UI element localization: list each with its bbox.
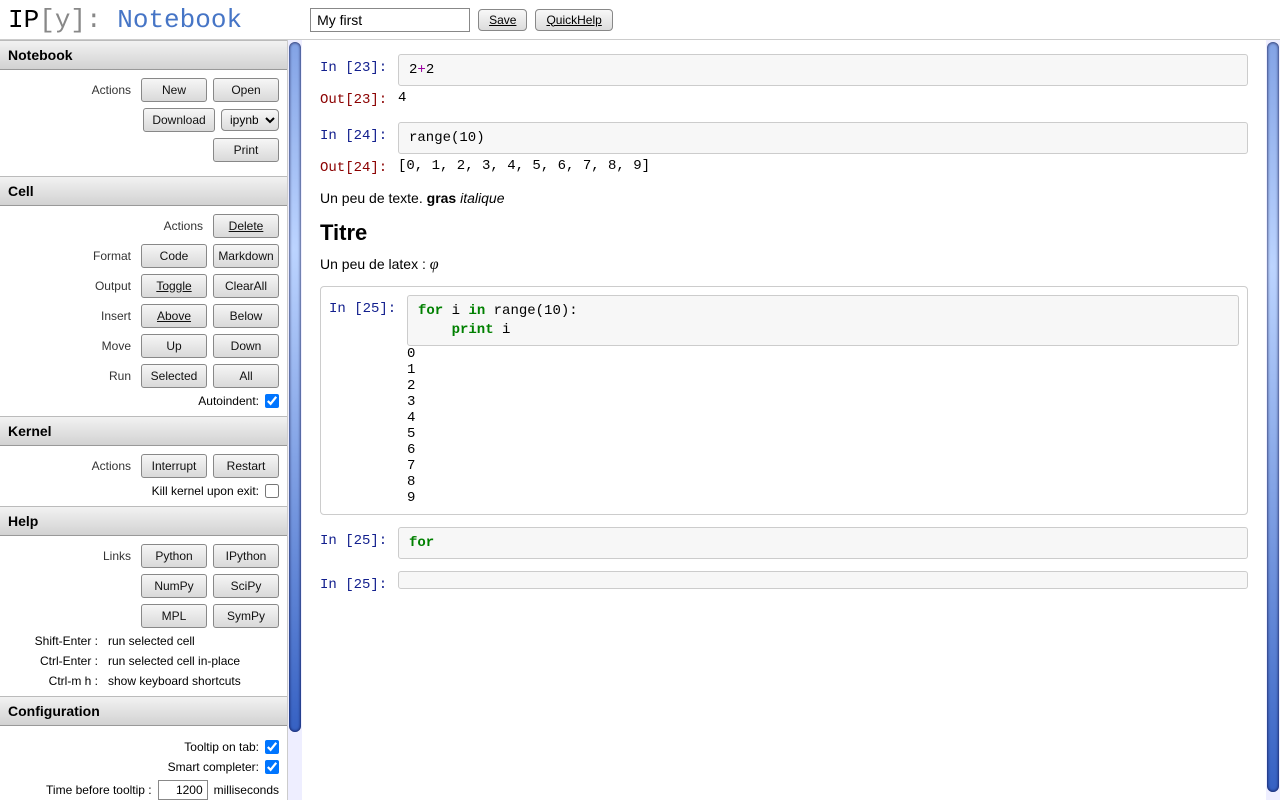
above-button[interactable]: Above [141,304,207,328]
code-cell[interactable]: In [23]: 2+2 Out[23]: 4 [320,54,1248,110]
interrupt-button[interactable]: Interrupt [141,454,207,478]
scipy-link[interactable]: SciPy [213,574,279,598]
in-prompt: In [25]: [320,571,398,593]
sidebar: Notebook Actions New Open Download ipynb… [0,40,288,800]
markdown-heading[interactable]: Titre [320,220,1248,246]
code-input[interactable]: range(10) [398,122,1248,154]
in-prompt: In [23]: [320,54,398,76]
sympy-link[interactable]: SymPy [213,604,279,628]
in-prompt: In [25]: [329,295,407,317]
ipython-link[interactable]: IPython [213,544,279,568]
section-help-header: Help [0,506,287,536]
mpl-link[interactable]: MPL [141,604,207,628]
below-button[interactable]: Below [213,304,279,328]
autoindent-checkbox[interactable] [265,394,279,408]
tooltip-tab-checkbox[interactable] [265,740,279,754]
code-cell[interactable]: In [24]: range(10) Out[24]: [0, 1, 2, 3,… [320,122,1248,178]
section-kernel-header: Kernel [0,416,287,446]
kill-kernel-checkbox[interactable] [265,484,279,498]
run-all-button[interactable]: All [213,364,279,388]
code-cell[interactable]: In [25]: for [320,527,1248,559]
section-cell-header: Cell [0,176,287,206]
clearall-button[interactable]: ClearAll [213,274,279,298]
code-cell[interactable]: In [25]: [320,571,1248,593]
save-button[interactable]: Save [478,9,527,31]
up-button[interactable]: Up [141,334,207,358]
code-input[interactable]: 2+2 [398,54,1248,86]
download-format-select[interactable]: ipynb [221,109,279,131]
quickhelp-button[interactable]: QuickHelp [535,9,612,31]
notebook-actions-label: Actions [8,83,131,97]
restart-button[interactable]: Restart [213,454,279,478]
out-prompt: Out[23]: [320,86,398,108]
in-prompt: In [25]: [320,527,398,549]
run-label: Run [8,369,131,383]
code-cell[interactable]: In [25]: for i in range(10): print i 0 1… [320,286,1248,514]
output-label: Output [8,279,131,293]
move-label: Move [8,339,131,353]
stream-output: 0 1 2 3 4 5 6 7 8 9 [329,346,1239,506]
kill-kernel-label: Kill kernel upon exit: [152,484,259,498]
open-button[interactable]: Open [213,78,279,102]
toggle-button[interactable]: Toggle [141,274,207,298]
smart-completer-label: Smart completer: [168,760,259,774]
out-prompt: Out[24]: [320,154,398,176]
python-link[interactable]: Python [141,544,207,568]
cell-output: [0, 1, 2, 3, 4, 5, 6, 7, 8, 9] [398,154,650,178]
markdown-cell[interactable]: Un peu de texte. gras italique [320,190,1248,206]
section-notebook-header: Notebook [0,40,287,70]
markdown-button[interactable]: Markdown [213,244,279,268]
numpy-link[interactable]: NumPy [141,574,207,598]
cell-output: 4 [398,86,406,110]
kernel-actions-label: Actions [8,459,131,473]
autoindent-label: Autoindent: [198,394,259,408]
keyboard-shortcuts-list: Shift-Enter :run selected cell Ctrl-Ente… [8,634,279,688]
down-button[interactable]: Down [213,334,279,358]
top-bar: IP[y]: Notebook Save QuickHelp [0,0,1280,40]
notebook-content: In [23]: 2+2 Out[23]: 4 In [24]: range(1… [302,40,1266,800]
insert-label: Insert [8,309,131,323]
help-links-label: Links [8,549,131,563]
print-button[interactable]: Print [213,138,279,162]
code-input[interactable] [398,571,1248,589]
content-scrollbar[interactable] [1266,40,1280,800]
time-tooltip-input[interactable] [158,780,208,800]
smart-completer-checkbox[interactable] [265,760,279,774]
run-selected-button[interactable]: Selected [141,364,207,388]
new-button[interactable]: New [141,78,207,102]
logo: IP[y]: Notebook [8,5,242,35]
sidebar-scrollbar[interactable] [288,40,302,800]
cell-actions-label: Actions [8,219,203,233]
code-button[interactable]: Code [141,244,207,268]
time-tooltip-unit: milliseconds [214,783,279,797]
notebook-title-input[interactable] [310,8,470,32]
markdown-latex[interactable]: Un peu de latex : φ [320,256,1248,274]
section-config-header: Configuration [0,696,287,726]
delete-button[interactable]: Delete [213,214,279,238]
in-prompt: In [24]: [320,122,398,144]
code-input[interactable]: for [398,527,1248,559]
code-input[interactable]: for i in range(10): print i [407,295,1239,345]
tooltip-tab-label: Tooltip on tab: [184,740,259,754]
time-tooltip-label: Time before tooltip : [46,783,152,797]
format-label: Format [8,249,131,263]
download-button[interactable]: Download [143,108,215,132]
